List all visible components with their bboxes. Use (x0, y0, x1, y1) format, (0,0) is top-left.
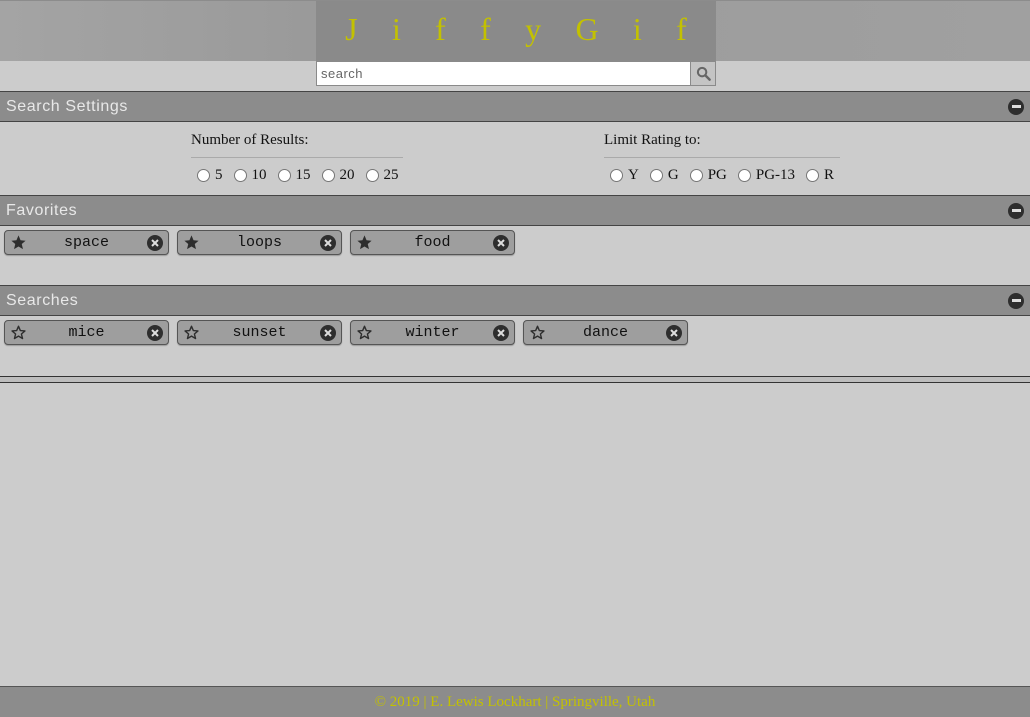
radio-option[interactable]: 25 (360, 167, 399, 184)
star-filled-icon[interactable] (9, 234, 27, 252)
search-icon (696, 66, 711, 81)
search-button[interactable] (691, 61, 716, 86)
close-icon[interactable] (665, 324, 683, 342)
radio-button[interactable] (737, 169, 751, 182)
logo-letter: f (435, 11, 446, 47)
searches-list: mice sunset winter dance (4, 320, 688, 345)
radio-option[interactable]: 20 (316, 167, 355, 184)
collapse-icon[interactable] (1008, 202, 1024, 219)
radio-button[interactable] (277, 169, 291, 182)
footer: © 2019 | E. Lewis Lockhart | Springville… (0, 686, 1030, 717)
logo-letter: f (480, 11, 491, 47)
radio-label: 15 (295, 167, 311, 183)
search-bar (316, 61, 716, 86)
radio-button[interactable] (321, 169, 335, 182)
close-icon[interactable] (146, 234, 164, 252)
radio-button[interactable] (689, 169, 703, 182)
radio-button[interactable] (365, 169, 379, 182)
chip-label: winter (405, 324, 460, 341)
radio-label: 10 (251, 167, 267, 183)
radio-label: R (824, 167, 835, 183)
radio-label: 5 (215, 167, 223, 183)
rating-limit-options: Y G PG PG-13 R (604, 167, 840, 184)
rating-limit-group: Limit Rating to: Y G PG PG-13 R (604, 131, 840, 184)
radio-label: PG-13 (755, 167, 796, 183)
radio-option[interactable]: G (644, 167, 679, 184)
radio-option[interactable]: 10 (228, 167, 267, 184)
star-filled-icon[interactable] (182, 234, 200, 252)
rating-limit-label: Limit Rating to: (604, 132, 840, 158)
close-icon[interactable] (492, 324, 510, 342)
radio-label: Y (628, 167, 639, 183)
chip-label: mice (68, 324, 105, 341)
radio-label: 20 (339, 167, 355, 183)
search-chip[interactable]: dance (523, 320, 688, 345)
results-count-group: Number of Results: 5 10 15 20 25 (191, 131, 404, 184)
radio-label: 25 (383, 167, 399, 183)
section-title: Favorites (6, 201, 78, 219)
radio-button[interactable] (649, 169, 663, 182)
favorite-chip[interactable]: loops (177, 230, 342, 255)
star-outline-icon[interactable] (528, 324, 546, 342)
collapse-icon[interactable] (1008, 98, 1024, 115)
radio-option[interactable]: R (800, 167, 834, 184)
close-icon[interactable] (319, 324, 337, 342)
section-title: Search Settings (6, 97, 128, 115)
results-count-label: Number of Results: (191, 132, 403, 158)
results-count-options: 5 10 15 20 25 (191, 167, 404, 184)
star-outline-icon[interactable] (355, 324, 373, 342)
close-icon[interactable] (146, 324, 164, 342)
app-logo: J i f f y G i f (316, 1, 716, 61)
search-chip[interactable]: sunset (177, 320, 342, 345)
favorites-list: space loops food (4, 230, 515, 255)
collapse-icon[interactable] (1008, 292, 1024, 309)
logo-letter: J (345, 11, 358, 47)
searches-section-header[interactable]: Searches (0, 285, 1030, 316)
chip-label: loops (236, 234, 282, 251)
close-icon[interactable] (492, 234, 510, 252)
radio-button[interactable] (806, 169, 820, 182)
search-chip[interactable]: winter (350, 320, 515, 345)
radio-option[interactable]: 5 (191, 167, 223, 184)
star-filled-icon[interactable] (355, 234, 373, 252)
close-icon[interactable] (319, 234, 337, 252)
results-divider (0, 376, 1030, 383)
footer-credits: © 2019 | E. Lewis Lockhart | Springville… (374, 693, 656, 710)
radio-button[interactable] (197, 169, 210, 182)
radio-button[interactable] (610, 169, 623, 182)
radio-label: PG (707, 167, 727, 183)
logo-letter: i (632, 11, 642, 47)
logo-letter: y (525, 11, 542, 47)
radio-option[interactable]: Y (604, 167, 639, 184)
settings-section-header[interactable]: Search Settings (0, 91, 1030, 122)
chip-label: sunset (232, 324, 287, 341)
star-outline-icon[interactable] (9, 324, 27, 342)
chip-label: dance (582, 324, 628, 341)
search-chip[interactable]: mice (4, 320, 169, 345)
star-outline-icon[interactable] (182, 324, 200, 342)
favorite-chip[interactable]: space (4, 230, 169, 255)
logo-letter: f (676, 11, 687, 47)
radio-option[interactable]: PG-13 (732, 167, 795, 184)
favorite-chip[interactable]: food (350, 230, 515, 255)
chip-label: food (414, 234, 451, 251)
search-input[interactable] (316, 61, 691, 86)
radio-option[interactable]: 15 (272, 167, 311, 184)
logo-letter: G (575, 11, 599, 47)
section-title: Searches (6, 291, 79, 309)
logo-letter: i (391, 11, 401, 47)
radio-label: G (667, 167, 679, 183)
chip-label: space (63, 234, 109, 251)
favorites-section-header[interactable]: Favorites (0, 195, 1030, 226)
radio-button[interactable] (233, 169, 247, 182)
radio-option[interactable]: PG (684, 167, 727, 184)
